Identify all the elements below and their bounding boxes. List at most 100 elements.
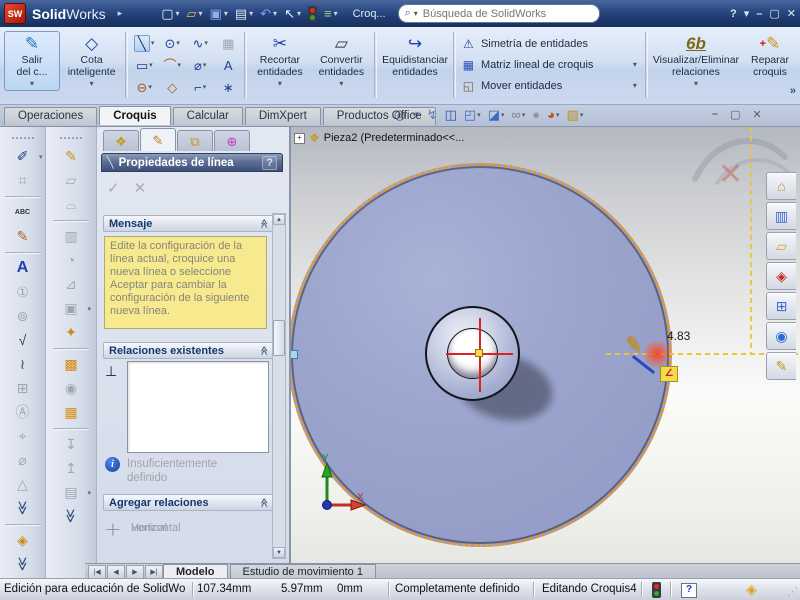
revision-symbol-icon[interactable]: △▾ xyxy=(11,475,35,493)
repair-sketch-button[interactable]: +✎ Reparar croquis xyxy=(742,31,798,81)
view-orientation-icon[interactable]: ◰▾ xyxy=(462,107,483,122)
datum-feature-icon[interactable]: Ⓐ▾ xyxy=(11,403,35,421)
resize-grip[interactable]: ⋰ xyxy=(787,585,798,598)
sketch-text-icon[interactable]: A▾ xyxy=(214,54,242,76)
search-dropdown-icon[interactable]: ▾ xyxy=(414,9,418,18)
close-button[interactable]: ✕ xyxy=(787,7,796,20)
search-input[interactable] xyxy=(421,7,593,21)
datum-target-icon[interactable]: ⌖▾ xyxy=(11,427,35,445)
section-view-icon[interactable]: ◫▾ xyxy=(443,107,459,122)
featuremanager-tab[interactable]: ❖ xyxy=(103,130,139,151)
spell-checker-icon[interactable]: ABC▾ xyxy=(11,203,35,221)
search-box[interactable]: ⌕ ▾ xyxy=(398,4,600,23)
tab-croquis[interactable]: Croquis xyxy=(99,106,170,125)
weld-symbol-icon[interactable]: ≀▾ xyxy=(11,355,35,373)
wrap-icon[interactable]: ◔▾ xyxy=(59,251,83,269)
appearance-box-icon[interactable]: ▩▾ xyxy=(59,355,83,373)
geometric-tolerance-icon[interactable]: ⊞▾ xyxy=(11,379,35,397)
edit-appearance-icon[interactable]: ◕▾ xyxy=(545,107,561,122)
open-folder-icon[interactable]: ▱▾ xyxy=(184,5,206,22)
last-tab-button[interactable]: ▶| xyxy=(145,565,163,579)
spline-tool-icon[interactable]: ∿▾ xyxy=(186,32,214,54)
circle-tool-icon[interactable]: ⊙▾ xyxy=(158,32,186,54)
sketch-origin-point[interactable] xyxy=(475,349,483,357)
feature-tree-root[interactable]: + ❖ Pieza2 (Predeterminado<<... xyxy=(294,131,464,145)
trim-entities-button[interactable]: ✂ Recortar entidades ▾ xyxy=(249,31,311,91)
ribbon-overflow-chevron[interactable]: » xyxy=(790,85,796,97)
display-style-icon[interactable]: ◪▾ xyxy=(486,107,507,122)
balloon-icon[interactable]: ①▾ xyxy=(11,283,35,301)
pattern-icon[interactable]: ▥▾ xyxy=(59,227,83,245)
chamfer-icon[interactable]: ⊿▾ xyxy=(59,275,83,293)
offset-entities-button[interactable]: ↪ Equidistanciar entidades xyxy=(379,31,451,81)
exit-sketch-button[interactable]: ✎ Salir del c... ▾ xyxy=(4,31,60,91)
group-header-mensaje[interactable]: Mensaje ≫ xyxy=(103,215,275,232)
group-header-relaciones[interactable]: Relaciones existentes ≫ xyxy=(103,342,275,359)
layers-icon[interactable]: ▣▾ xyxy=(59,299,83,317)
tab-calcular[interactable]: Calcular xyxy=(173,107,243,125)
minimize-document-button[interactable]: – xyxy=(712,108,718,121)
traffic-light-icon[interactable]: ▾ xyxy=(305,4,320,24)
save-icon[interactable]: ▣▾ xyxy=(207,5,231,22)
edit-sketch-icon[interactable]: ✎▾ xyxy=(59,147,83,165)
move-entities-item[interactable]: ◱ Mover entidades ▾ xyxy=(458,75,643,96)
options-list-icon[interactable]: ≡▾ xyxy=(321,5,341,22)
dimension-value[interactable]: 4.83 xyxy=(667,329,690,343)
dropdown-caret-icon[interactable]: ▾ xyxy=(30,79,34,88)
next-tab-button[interactable]: ▶ xyxy=(126,565,144,579)
apply-scene-icon[interactable]: ▨▾ xyxy=(565,107,586,122)
design-library-icon[interactable]: ▥ xyxy=(766,202,796,230)
tab-dimxpert[interactable]: DimXpert xyxy=(245,107,321,125)
convert-entities-button[interactable]: ▱ Convertir entidades ▾ xyxy=(311,31,373,91)
dimxpertmanager-tab[interactable]: ⊕ xyxy=(214,130,250,151)
palette-icon[interactable]: ⊞ xyxy=(766,292,796,320)
sphere-box-icon[interactable]: ◉▾ xyxy=(59,379,83,397)
rectangle-tool-icon[interactable]: ▭▾ xyxy=(130,54,158,76)
help-button[interactable]: ? xyxy=(730,8,737,20)
propertymanager-tab[interactable]: ✎ xyxy=(140,128,176,151)
fillet-tool-icon[interactable]: ⌐▾ xyxy=(186,76,214,98)
edge-handle-point[interactable] xyxy=(291,350,298,359)
zoom-fit-icon[interactable]: ◎▾ xyxy=(392,107,407,122)
custom-properties-icon[interactable]: ✎ xyxy=(766,352,796,380)
first-tab-button[interactable]: |◀ xyxy=(88,565,106,579)
tag-icon[interactable]: ◈ xyxy=(746,581,757,598)
ok-button[interactable]: ✓ xyxy=(107,179,120,197)
mirror-entities-item[interactable]: ⚠ Simetría de entidades ▾ xyxy=(458,33,643,54)
minimize-button[interactable]: – xyxy=(756,8,762,20)
toolbar-expand-chevron-icon[interactable]: ≫▾ xyxy=(14,496,32,520)
new-document-icon[interactable]: ▢▾ xyxy=(158,5,182,22)
toolbar-expand-chevron-icon[interactable]: ≫▾ xyxy=(62,504,80,528)
panel-help-button[interactable]: ? xyxy=(262,156,277,170)
scroll-up-arrow[interactable]: ▲ xyxy=(273,214,285,225)
ellipse-tool-icon[interactable]: ⌀▾ xyxy=(186,54,214,76)
graphics-area[interactable]: ✕ ✎ 4.83 ∠ + ❖ Pieza2 (Predeterminado<<.… xyxy=(291,127,800,563)
help-menu-button[interactable]: ▾ xyxy=(744,7,750,20)
dropdown-caret-icon[interactable]: ▾ xyxy=(694,79,698,88)
slot-tool-icon[interactable]: ⊖▾ xyxy=(130,76,158,98)
model-items-icon[interactable]: ⌗▾ xyxy=(11,171,35,189)
polygon-tool-icon[interactable]: ◇▾ xyxy=(158,76,186,98)
zoom-area-icon[interactable]: ⌖▾ xyxy=(410,107,421,122)
cancel-button[interactable]: ✕ xyxy=(134,179,147,197)
print-icon[interactable]: ▤▾ xyxy=(232,5,256,22)
note-icon[interactable]: A▾ xyxy=(11,259,35,277)
search-cube-icon[interactable]: ◈ xyxy=(766,262,796,290)
existing-relations-listbox[interactable] xyxy=(127,361,269,453)
hole-callout-icon[interactable]: ⌀▾ xyxy=(11,451,35,469)
smart-dimension-icon[interactable]: ✐▾ xyxy=(11,147,35,165)
shadow-view-icon[interactable]: ●▾ xyxy=(530,107,542,122)
line-tool-icon[interactable]: ╲▾ xyxy=(130,32,158,54)
group-header-agregar[interactable]: Agregar relaciones ≫ xyxy=(103,494,275,511)
sketch-picture-icon[interactable]: ▦▾ xyxy=(214,32,242,54)
configurationmanager-tab[interactable]: ⧉ xyxy=(177,130,213,151)
close-document-button[interactable]: ✕ xyxy=(753,108,762,121)
hide-show-items-icon[interactable]: ∞▾ xyxy=(510,107,528,122)
move-up-icon[interactable]: ↥▾ xyxy=(59,459,83,477)
toolbar-expand-chevron-icon[interactable]: ≫▾ xyxy=(14,552,32,576)
scroll-down-arrow[interactable]: ▼ xyxy=(273,547,285,558)
zoom-selection-icon[interactable]: ↯▾ xyxy=(425,107,440,122)
surface-finish-icon[interactable]: √▾ xyxy=(11,331,35,349)
boxes-icon[interactable]: ▤▾ xyxy=(59,483,83,501)
menu-expand-arrow-icon[interactable]: ▸ xyxy=(118,8,123,19)
